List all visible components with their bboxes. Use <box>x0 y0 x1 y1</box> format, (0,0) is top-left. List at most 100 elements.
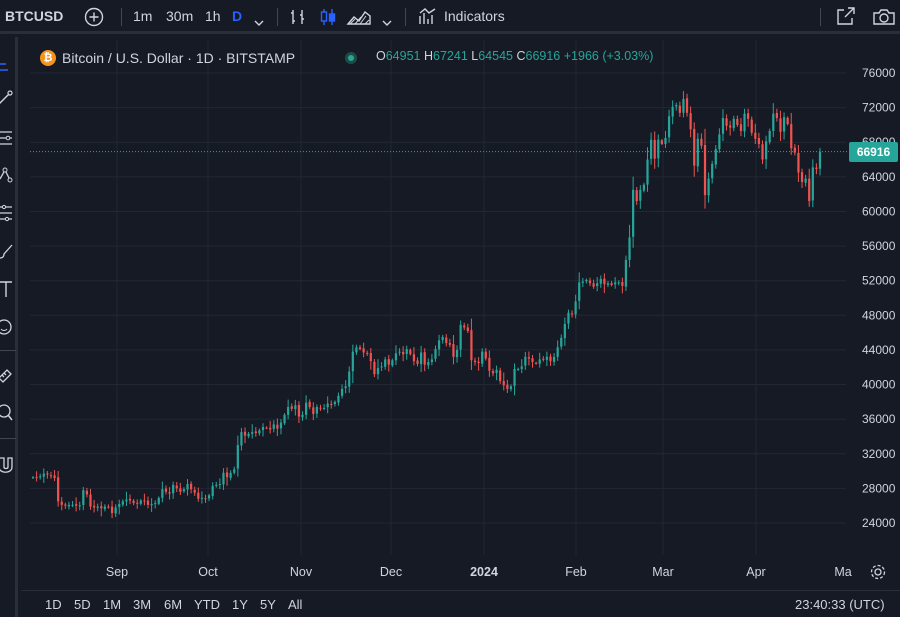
candle <box>491 368 495 377</box>
candle <box>703 128 707 209</box>
candle <box>714 145 717 169</box>
price-tick-label: 28000 <box>862 481 896 495</box>
bar-chart-type-icon[interactable] <box>288 6 308 26</box>
candle <box>473 357 477 366</box>
candle <box>459 320 462 358</box>
candle <box>132 499 135 506</box>
toolbar-divider <box>277 8 278 26</box>
candle <box>49 471 53 479</box>
candle <box>283 413 286 426</box>
compare-add-icon[interactable] <box>84 6 104 27</box>
candle <box>340 384 344 399</box>
candle <box>315 404 319 418</box>
candle <box>110 500 114 519</box>
candle <box>614 277 617 289</box>
candle <box>545 351 548 367</box>
candle <box>671 100 674 125</box>
candle <box>236 435 239 477</box>
camera-icon[interactable] <box>872 6 896 26</box>
toolbar-divider <box>405 8 406 26</box>
ruler-icon[interactable] <box>0 363 16 385</box>
candle <box>276 418 279 436</box>
candle <box>136 499 139 509</box>
time-tick-label: Nov <box>290 565 313 579</box>
candle <box>89 488 92 510</box>
candle <box>596 277 599 292</box>
interval-d[interactable]: D <box>232 0 242 32</box>
indicators-icon[interactable] <box>418 6 438 26</box>
utc-clock[interactable]: 23:40:33 (UTC) <box>795 597 885 612</box>
price-tick-label: 76000 <box>862 66 896 80</box>
candle <box>150 498 153 512</box>
cursor-icon[interactable] <box>0 54 16 76</box>
symbol-search-button[interactable]: BTCUSD <box>5 0 63 32</box>
price-tick-label: 72000 <box>862 101 896 115</box>
range-1y[interactable]: 1Y <box>232 597 248 612</box>
candle <box>146 496 150 509</box>
range-1d[interactable]: 1D <box>45 597 62 612</box>
interval-1m[interactable]: 1m <box>133 0 152 32</box>
magnet-icon[interactable] <box>0 454 16 476</box>
low-value: 64545 <box>478 49 513 63</box>
text-tool-icon[interactable] <box>0 278 16 300</box>
time-scale: Sep Oct Nov Dec 2024 Feb Mar Apr Ma <box>106 565 852 579</box>
brush-icon[interactable] <box>0 240 16 262</box>
time-tick-label: 2024 <box>470 565 498 579</box>
range-5y[interactable]: 5Y <box>260 597 276 612</box>
range-1m[interactable]: 1M <box>103 597 121 612</box>
candle <box>678 101 681 117</box>
price-scale: 7600072000680006400060000560005200048000… <box>862 66 896 530</box>
candle <box>31 476 35 479</box>
indicators-button[interactable]: Indicators <box>444 0 505 32</box>
interval-1h[interactable]: 1h <box>205 0 221 32</box>
candle <box>355 344 358 355</box>
fib-tool-icon[interactable] <box>0 202 16 224</box>
range-3m[interactable]: 3M <box>133 597 151 612</box>
trend-line-icon[interactable] <box>0 86 16 108</box>
candle <box>423 348 426 372</box>
candle <box>549 353 552 367</box>
candle <box>732 115 735 132</box>
area-chart-type-icon[interactable] <box>346 6 372 26</box>
price-chart[interactable]: 7600072000680006400060000560005200048000… <box>21 37 900 587</box>
range-all[interactable]: All <box>288 597 302 612</box>
time-tick-label: Apr <box>746 565 765 579</box>
high-label: H <box>423 49 434 63</box>
candle <box>46 470 49 479</box>
candle <box>466 323 469 334</box>
candle <box>531 354 534 368</box>
market-status-icon[interactable] <box>345 52 357 64</box>
range-6m[interactable]: 6M <box>164 597 182 612</box>
last-price-tag: 66916 <box>849 142 898 162</box>
fullscreen-icon[interactable] <box>835 5 857 27</box>
emoji-icon[interactable] <box>0 316 16 338</box>
range-5d[interactable]: 5D <box>74 597 91 612</box>
candle <box>775 108 778 122</box>
candle <box>782 112 786 140</box>
zoom-icon[interactable] <box>0 402 16 424</box>
symbol-legend[interactable]: ₿ Bitcoin / U.S. Dollar · 1D · BITSTAMP <box>40 47 295 69</box>
candle <box>128 494 132 505</box>
horizontal-lines-icon[interactable] <box>0 127 16 149</box>
open-value: 64951 <box>385 49 421 63</box>
settings-icon[interactable] <box>869 563 887 586</box>
interval-30m[interactable]: 30m <box>166 0 193 32</box>
candle <box>82 487 85 511</box>
candle <box>696 133 699 172</box>
price-tick-label: 32000 <box>862 447 896 461</box>
candle <box>376 359 380 380</box>
candle <box>502 372 505 391</box>
chevron-down-icon[interactable] <box>381 9 393 26</box>
candle <box>348 366 351 393</box>
candle <box>790 112 793 155</box>
candle <box>599 275 602 288</box>
candle <box>488 350 491 377</box>
candle <box>430 354 434 366</box>
candle <box>100 501 103 517</box>
range-ytd[interactable]: YTD <box>194 597 220 612</box>
time-tick-label: Dec <box>380 565 402 579</box>
node-tool-icon[interactable] <box>0 164 16 186</box>
toolbar-divider <box>0 350 16 351</box>
candles-chart-type-icon[interactable] <box>318 6 338 26</box>
chevron-down-icon[interactable] <box>253 9 265 26</box>
